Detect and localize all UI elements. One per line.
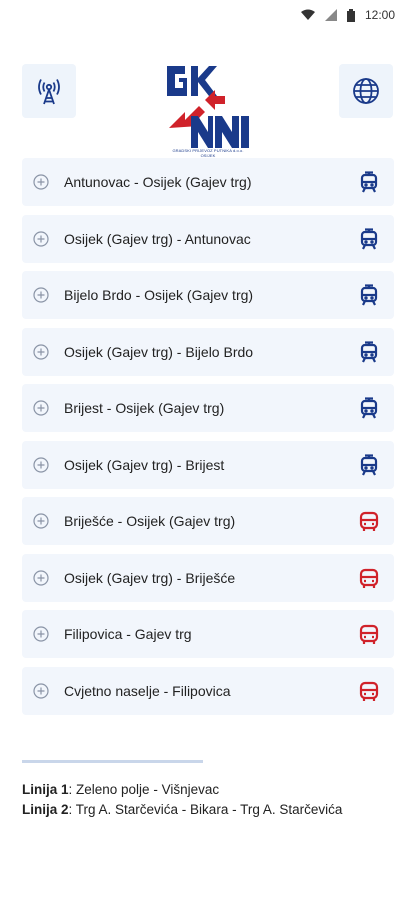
- line-name: Linija 2: [22, 802, 69, 817]
- route-label: Antunovac - Osijek (Gajev trg): [64, 174, 252, 190]
- expand-icon: [33, 343, 49, 360]
- route-item[interactable]: Cvjetno naselje - Filipovica: [22, 666, 394, 715]
- route-label: Osijek (Gajev trg) - Brijest: [64, 456, 225, 473]
- expand-icon: [33, 513, 49, 529]
- bus-icon: [359, 568, 379, 588]
- tram-icon: [360, 227, 378, 249]
- route-item[interactable]: Antunovac - Osijek (Gajev trg): [22, 158, 394, 206]
- route-item[interactable]: Filipovica - Gajev trg: [22, 610, 394, 658]
- bus-icon: [359, 624, 379, 644]
- tram-icon: [360, 340, 378, 362]
- live-tracking-button[interactable]: [22, 64, 76, 118]
- globe-icon: [353, 78, 379, 104]
- line-route: : Zeleno polje - Višnjevac: [68, 782, 220, 797]
- line-route: : Trg A. Starčevića - Bikara - Trg A. St…: [68, 802, 343, 817]
- lines-info: Linija 1: Zeleno polje - Višnjevac Linija…: [22, 782, 342, 822]
- expand-icon: [33, 230, 49, 247]
- signal-icon: [324, 9, 337, 21]
- tram-icon: [360, 397, 378, 419]
- line-info: Linija 1: Zeleno polje - Višnjevac: [22, 782, 342, 797]
- tram-icon: [360, 171, 378, 193]
- gpp-logo: [167, 66, 249, 148]
- route-item[interactable]: Bijelo Brdo - Osijek (Gajev trg): [22, 271, 394, 319]
- antenna-icon: [38, 79, 60, 105]
- header: GRADSKI PRIJEVOZ PUTNIKA d.o.o. OSIJEK: [0, 30, 415, 158]
- route-item[interactable]: Osijek (Gajev trg) - Antunovac: [22, 214, 394, 263]
- tram-icon: [360, 453, 378, 475]
- tram-icon: [360, 284, 378, 306]
- route-label: Cvjetno naselje - Filipovica: [64, 682, 231, 699]
- status-time: 12:00: [364, 8, 395, 22]
- route-label: Osijek (Gajev trg) - Bijelo Brdo: [64, 343, 254, 360]
- route-item[interactable]: Briješće - Osijek (Gajev trg): [22, 497, 394, 545]
- expand-icon: [33, 682, 49, 699]
- bus-icon: [359, 681, 379, 701]
- expand-icon: [33, 626, 49, 642]
- divider: [22, 760, 203, 763]
- route-label: Osijek (Gajev trg) - Briješće: [64, 569, 236, 586]
- expand-icon: [33, 569, 49, 586]
- route-item[interactable]: Osijek (Gajev trg) - Brijest: [22, 440, 394, 489]
- line-info: Linija 2: Trg A. Starčevića - Bikara - T…: [22, 802, 342, 817]
- bus-icon: [359, 511, 379, 531]
- wifi-icon: [300, 9, 315, 20]
- route-list: Antunovac - Osijek (Gajev trg) Osijek (G…: [22, 158, 394, 723]
- route-item[interactable]: Brijest - Osijek (Gajev trg): [22, 384, 394, 432]
- expand-icon: [33, 287, 49, 303]
- route-label: Bijelo Brdo - Osijek (Gajev trg): [64, 287, 254, 303]
- route-item[interactable]: Osijek (Gajev trg) - Bijelo Brdo: [22, 327, 394, 376]
- status-bar: 12:00: [0, 0, 415, 30]
- expand-icon: [33, 174, 49, 190]
- logo-subtitle: GRADSKI PRIJEVOZ PUTNIKA d.o.o. OSIJEK: [172, 148, 244, 158]
- route-item[interactable]: Osijek (Gajev trg) - Briješće: [22, 553, 394, 602]
- route-label: Brijest - Osijek (Gajev trg): [64, 400, 225, 416]
- route-label: Osijek (Gajev trg) - Antunovac: [64, 230, 251, 247]
- expand-icon: [33, 456, 49, 473]
- expand-icon: [33, 400, 49, 416]
- language-button[interactable]: [339, 64, 393, 118]
- route-label: Briješće - Osijek (Gajev trg): [64, 513, 236, 529]
- battery-icon: [346, 8, 355, 22]
- route-label: Filipovica - Gajev trg: [64, 626, 192, 642]
- line-name: Linija 1: [22, 782, 69, 797]
